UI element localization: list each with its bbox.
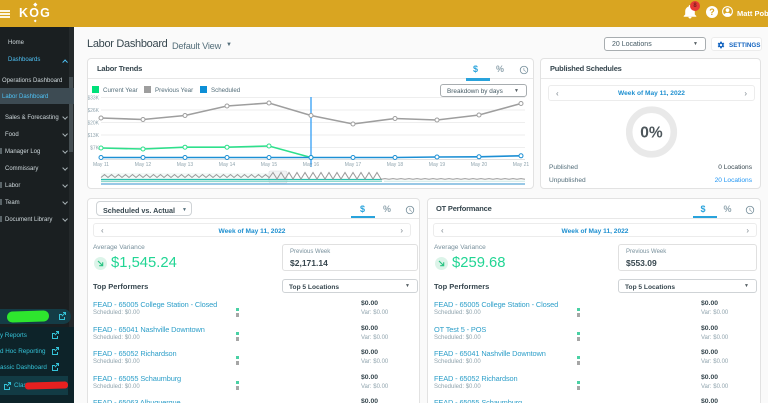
svg-text:May 18: May 18 [387, 162, 404, 168]
svg-text:$20K: $20K [88, 121, 100, 127]
svg-text:May 13: May 13 [177, 162, 194, 168]
svg-text:May 15: May 15 [261, 162, 278, 168]
svg-text:May 21: May 21 [513, 162, 530, 168]
svg-text:May 20: May 20 [471, 162, 488, 168]
svg-text:$33K: $33K [88, 96, 100, 102]
svg-text:$13K: $13K [88, 133, 100, 139]
svg-text:$7K: $7K [90, 146, 100, 152]
svg-text:May 12: May 12 [135, 162, 152, 168]
svg-text:$26K: $26K [88, 108, 100, 114]
svg-text:May 17: May 17 [345, 162, 362, 168]
svg-text:0%: 0% [640, 125, 663, 142]
svg-text:May 16: May 16 [303, 162, 320, 168]
svg-text:May 19: May 19 [429, 162, 446, 168]
svg-text:May 11: May 11 [93, 162, 109, 168]
svg-text:May 14: May 14 [219, 162, 236, 168]
